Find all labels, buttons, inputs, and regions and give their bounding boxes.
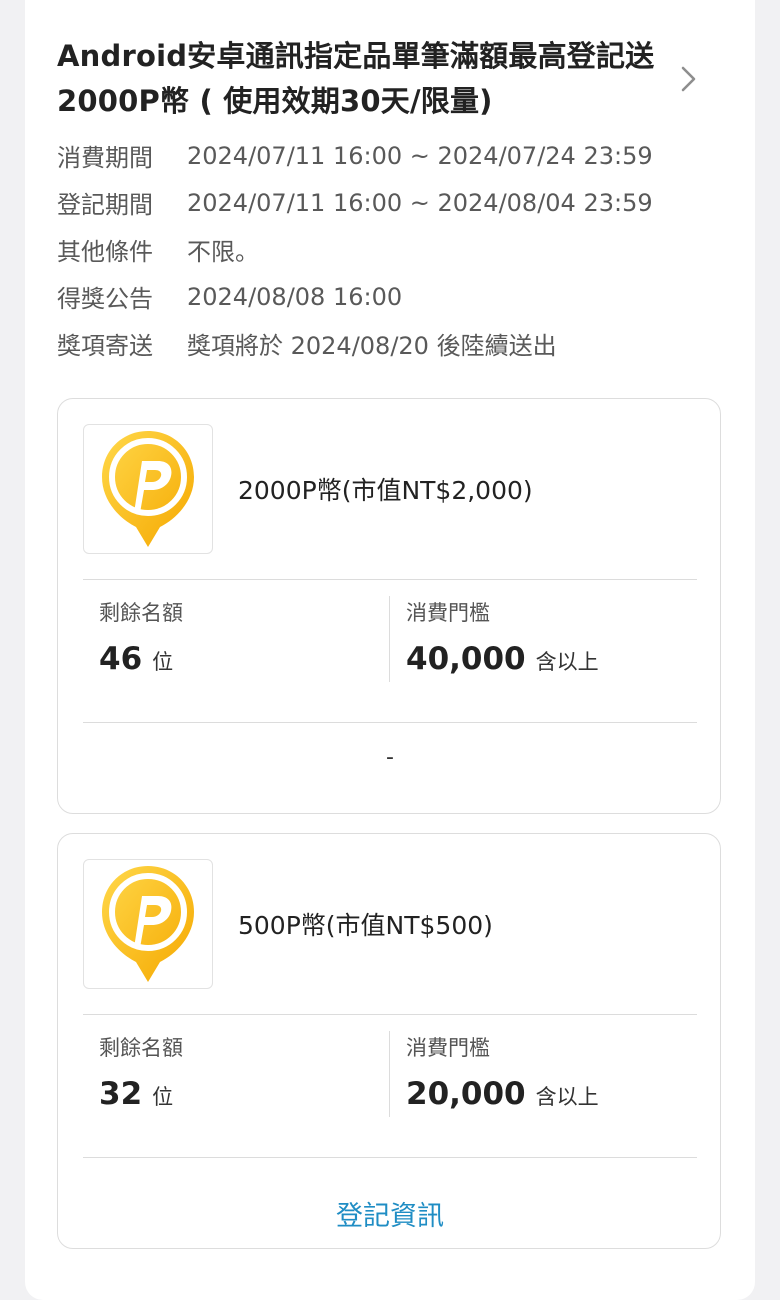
info-label: 其他條件	[57, 238, 153, 266]
spending-threshold: 消費門檻 20,000 含以上	[406, 1032, 599, 1112]
p-coin-icon	[102, 431, 194, 547]
info-row-registration-period: 登記期間 2024/07/11 16:00 ~ 2024/08/04 23:59	[57, 179, 737, 226]
spending-threshold: 消費門檻 40,000 含以上	[406, 597, 599, 677]
divider	[83, 1014, 697, 1015]
registration-info-link[interactable]: 登記資訊	[83, 1194, 697, 1233]
prize-card: 2000P幣(市值NT$2,000) 剩餘名額 46 位 消費門檻 40,000…	[57, 398, 721, 814]
info-row-winner-announcement: 得獎公告 2024/08/08 16:00	[57, 273, 737, 320]
remaining-label: 剩餘名額	[99, 1036, 183, 1060]
info-row-other-conditions: 其他條件 不限。	[57, 226, 737, 273]
event-info-list: 消費期間 2024/07/11 16:00 ~ 2024/07/24 23:59…	[57, 132, 737, 367]
info-value: 2024/07/11 16:00 ~ 2024/07/24 23:59	[187, 141, 653, 170]
info-value: 2024/08/08 16:00	[187, 282, 403, 311]
info-label: 獎項寄送	[57, 332, 153, 360]
prize-thumbnail	[83, 859, 213, 989]
info-value: 2024/07/11 16:00 ~ 2024/08/04 23:59	[187, 188, 653, 217]
info-label: 得獎公告	[57, 285, 153, 313]
remaining-value: 46	[99, 641, 143, 677]
remaining-unit: 位	[152, 650, 174, 674]
info-value: 獎項將於 2024/08/20 後陸續送出	[187, 332, 557, 360]
threshold-label: 消費門檻	[406, 601, 490, 625]
remaining-label: 剩餘名額	[99, 601, 183, 625]
info-row-consumption-period: 消費期間 2024/07/11 16:00 ~ 2024/07/24 23:59	[57, 132, 737, 179]
threshold-label: 消費門檻	[406, 1036, 490, 1060]
info-label: 登記期間	[57, 191, 153, 219]
event-header[interactable]: Android安卓通訊指定品單筆滿額最高登記送2000P幣 ( 使用效期30天/…	[57, 34, 657, 124]
remaining-unit: 位	[152, 1085, 174, 1109]
threshold-unit: 含以上	[535, 1085, 599, 1109]
stat-separator	[389, 596, 390, 682]
remaining-quota: 剩餘名額 32 位	[99, 1032, 183, 1112]
divider	[83, 722, 697, 723]
divider	[83, 579, 697, 580]
info-value: 不限。	[187, 238, 259, 266]
prize-thumbnail	[83, 424, 213, 554]
prize-footer-placeholder: -	[386, 745, 394, 770]
event-title[interactable]: Android安卓通訊指定品單筆滿額最高登記送2000P幣 ( 使用效期30天/…	[57, 34, 657, 124]
info-row-prize-delivery: 獎項寄送 獎項將於 2024/08/20 後陸續送出	[57, 320, 737, 367]
divider	[83, 1157, 697, 1158]
threshold-value: 20,000	[406, 1076, 526, 1112]
p-coin-icon	[102, 866, 194, 982]
remaining-value: 32	[99, 1076, 143, 1112]
threshold-unit: 含以上	[535, 650, 599, 674]
stat-separator	[389, 1031, 390, 1117]
threshold-value: 40,000	[406, 641, 526, 677]
prize-name: 2000P幣(市值NT$2,000)	[238, 476, 533, 505]
prize-name: 500P幣(市值NT$500)	[238, 911, 493, 940]
remaining-quota: 剩餘名額 46 位	[99, 597, 183, 677]
prize-card: 500P幣(市值NT$500) 剩餘名額 32 位 消費門檻 20,000 含以…	[57, 833, 721, 1249]
info-label: 消費期間	[57, 144, 153, 172]
chevron-right-icon[interactable]	[678, 62, 700, 96]
